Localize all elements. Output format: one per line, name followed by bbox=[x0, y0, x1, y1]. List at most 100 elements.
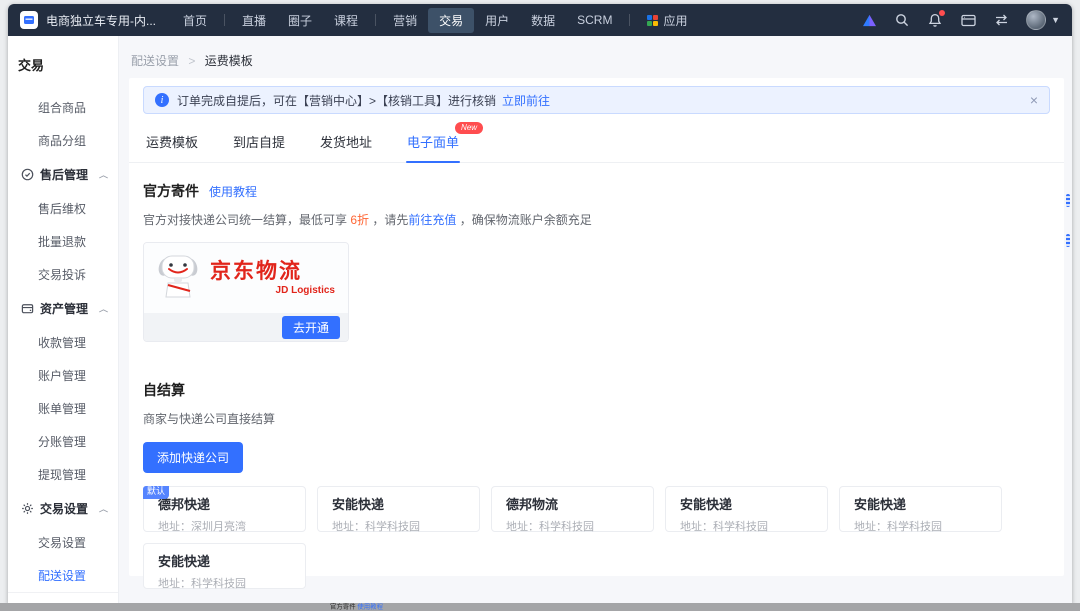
sidebar-group-label: 交易设置 bbox=[40, 500, 88, 517]
courier-card[interactable]: 默认 德邦快递 地址：深圳月亮湾 bbox=[143, 486, 306, 532]
courier-name: 安能快递 bbox=[158, 551, 295, 570]
app-logo-icon[interactable] bbox=[20, 11, 38, 29]
nav-item-live[interactable]: 直播 bbox=[231, 8, 277, 33]
nav-item-marketing[interactable]: 营销 bbox=[382, 8, 428, 33]
courier-card[interactable]: 安能快递 地址：科学科技园 bbox=[317, 486, 480, 532]
courier-address: 地址：科学科技园 bbox=[854, 518, 991, 534]
official-section-desc: 官方对接快递公司统一结算，最低可享 6折 ，请先前往充值 ，确保物流账户余额充足 bbox=[143, 211, 1050, 228]
tab-bar: 运费模板 到店自提 发货地址 电子面单 New bbox=[129, 127, 1064, 163]
nav-item-apps-label: 应用 bbox=[663, 12, 687, 29]
breadcrumb-parent[interactable]: 配送设置 bbox=[131, 54, 179, 68]
top-navbar: 电商独立车专用-内... 首页 直播 圈子 课程 营销 交易 用户 数据 SCR… bbox=[8, 4, 1072, 36]
nav-item-scrm[interactable]: SCRM bbox=[566, 9, 623, 31]
banner-text: 订单完成自提后，可在【营销中心】>【核销工具】进行核销 bbox=[177, 92, 496, 109]
jd-mascot-icon bbox=[157, 251, 199, 306]
nav-item-home[interactable]: 首页 bbox=[172, 8, 218, 33]
nav-item-user[interactable]: 用户 bbox=[474, 8, 520, 33]
courier-card[interactable]: 德邦物流 地址：科学科技园 bbox=[491, 486, 654, 532]
desc-text: 官方对接快递公司统一结算，最低可享 bbox=[143, 213, 350, 227]
official-section-title-row: 官方寄件 使用教程 bbox=[143, 181, 1050, 201]
courier-name: 德邦快递 bbox=[158, 494, 295, 513]
nav-item-trade[interactable]: 交易 bbox=[428, 8, 474, 33]
breadcrumb: 配送设置 > 运费模板 bbox=[129, 44, 1064, 78]
courier-card-grid: 默认 德邦快递 地址：深圳月亮湾 安能快递 地址：科学科技园 德邦物流 地址：科… bbox=[143, 486, 1050, 589]
sidebar: 交易 组合商品 商品分组 售后管理 ︿ 售后维权 批量退款 交易投诉 资产管理 … bbox=[8, 36, 119, 604]
settings-icon bbox=[21, 502, 34, 515]
close-icon[interactable]: × bbox=[1030, 93, 1038, 107]
nav-item-apps[interactable]: 应用 bbox=[636, 8, 698, 33]
sidebar-item-delivery-settings[interactable]: 配送设置 bbox=[8, 559, 118, 592]
sidebar-item-aftersale-rights[interactable]: 售后维权 bbox=[8, 192, 118, 225]
jd-logistics-card: 京东物流 JD Logistics 去开通 bbox=[143, 242, 349, 342]
tab-e-waybill[interactable]: 电子面单 New bbox=[406, 127, 460, 162]
sidebar-group-label: 售后管理 bbox=[40, 166, 88, 183]
sidebar-item-trade-complaint[interactable]: 交易投诉 bbox=[8, 258, 118, 291]
sidebar-title: 交易 bbox=[8, 38, 118, 87]
sidebar-item-bill-mgmt[interactable]: 账单管理 bbox=[8, 392, 118, 425]
sidebar-item-product-groups[interactable]: 商品分组 bbox=[8, 124, 118, 157]
tab-e-waybill-label: 电子面单 bbox=[407, 135, 459, 150]
desc-text: ，确保物流账户余额充足 bbox=[456, 213, 591, 227]
sidebar-item-account-mgmt[interactable]: 账户管理 bbox=[8, 359, 118, 392]
breadcrumb-current: 运费模板 bbox=[205, 54, 253, 68]
courier-card[interactable]: 安能快递 地址：科学科技园 bbox=[839, 486, 1002, 532]
workbench-icon[interactable] bbox=[960, 12, 976, 28]
jd-brand-en: JD Logistics bbox=[210, 285, 335, 296]
sidebar-item-withdraw-mgmt[interactable]: 提现管理 bbox=[8, 458, 118, 491]
apps-grid-icon bbox=[647, 15, 658, 26]
chevron-up-icon: ︿ bbox=[99, 169, 108, 179]
nav-separator bbox=[629, 14, 630, 26]
notification-bell-icon[interactable] bbox=[927, 12, 943, 28]
tutorial-link[interactable]: 使用教程 bbox=[209, 183, 257, 200]
self-settlement-title: 自结算 bbox=[143, 380, 185, 400]
topbar-right-icons: ▼ bbox=[861, 10, 1060, 30]
main-nav: 首页 直播 圈子 课程 营销 交易 用户 数据 SCRM 应用 bbox=[172, 8, 698, 33]
app-title: 电商独立车专用-内... bbox=[46, 12, 156, 29]
info-icon: i bbox=[155, 93, 169, 107]
user-menu[interactable]: ▼ bbox=[1026, 10, 1060, 30]
chevron-up-icon: ︿ bbox=[99, 503, 108, 513]
banner-go-now-link[interactable]: 立即前往 bbox=[502, 92, 550, 109]
courier-address: 地址：深圳月亮湾 bbox=[158, 518, 295, 534]
desc-text: ，请先 bbox=[369, 213, 408, 227]
search-icon[interactable] bbox=[894, 12, 910, 28]
recharge-link[interactable]: 前往充值 bbox=[408, 213, 456, 227]
new-badge: New bbox=[455, 122, 483, 134]
jd-card-footer: 去开通 bbox=[144, 313, 348, 341]
courier-name: 安能快递 bbox=[854, 494, 991, 513]
sidebar-group-assets[interactable]: 资产管理 ︿ bbox=[8, 291, 118, 326]
open-jd-button[interactable]: 去开通 bbox=[282, 316, 340, 339]
brand-triangle-icon[interactable] bbox=[861, 12, 877, 28]
info-banner: i 订单完成自提后，可在【营销中心】>【核销工具】进行核销 立即前往 × bbox=[143, 86, 1050, 114]
courier-address: 地址：科学科技园 bbox=[680, 518, 817, 534]
add-courier-button[interactable]: 添加快递公司 bbox=[143, 442, 243, 473]
assets-icon bbox=[21, 302, 34, 315]
courier-card[interactable]: 安能快递 地址：科学科技园 bbox=[143, 543, 306, 589]
sidebar-group-aftersale[interactable]: 售后管理 ︿ bbox=[8, 157, 118, 192]
nav-item-course[interactable]: 课程 bbox=[323, 8, 369, 33]
scrollbar-marker[interactable] bbox=[1066, 194, 1070, 207]
nav-item-circle[interactable]: 圈子 bbox=[277, 8, 323, 33]
sidebar-item-payment-mgmt[interactable]: 收款管理 bbox=[8, 326, 118, 359]
courier-address: 地址：科学科技园 bbox=[332, 518, 469, 534]
tab-shipping-address[interactable]: 发货地址 bbox=[319, 127, 373, 162]
tab-store-pickup[interactable]: 到店自提 bbox=[232, 127, 286, 162]
app-window: 电商独立车专用-内... 首页 直播 圈子 课程 营销 交易 用户 数据 SCR… bbox=[8, 4, 1072, 604]
notification-dot bbox=[939, 10, 945, 16]
tab-freight-template[interactable]: 运费模板 bbox=[145, 127, 199, 162]
background-window-edge: 官方寄件 使用教程 bbox=[0, 603, 1080, 611]
courier-name: 安能快递 bbox=[332, 494, 469, 513]
nav-item-data[interactable]: 数据 bbox=[520, 8, 566, 33]
sidebar-item-split-mgmt[interactable]: 分账管理 bbox=[8, 425, 118, 458]
courier-card[interactable]: 安能快递 地址：科学科技园 bbox=[665, 486, 828, 532]
jd-brand-cn: 京东物流 bbox=[210, 261, 335, 282]
self-settlement-section: 自结算 商家与快递公司直接结算 添加快递公司 默认 德邦快递 地址：深圳月亮湾 … bbox=[143, 380, 1050, 589]
sidebar-group-label: 资产管理 bbox=[40, 300, 88, 317]
sidebar-item-combo-products[interactable]: 组合商品 bbox=[8, 91, 118, 124]
discount-text: 6折 bbox=[350, 213, 369, 227]
sidebar-item-batch-refund[interactable]: 批量退款 bbox=[8, 225, 118, 258]
scrollbar-marker[interactable] bbox=[1066, 234, 1070, 247]
sidebar-item-trade-settings[interactable]: 交易设置 bbox=[8, 526, 118, 559]
switch-account-icon[interactable] bbox=[993, 12, 1009, 28]
sidebar-group-trade-settings[interactable]: 交易设置 ︿ bbox=[8, 491, 118, 526]
